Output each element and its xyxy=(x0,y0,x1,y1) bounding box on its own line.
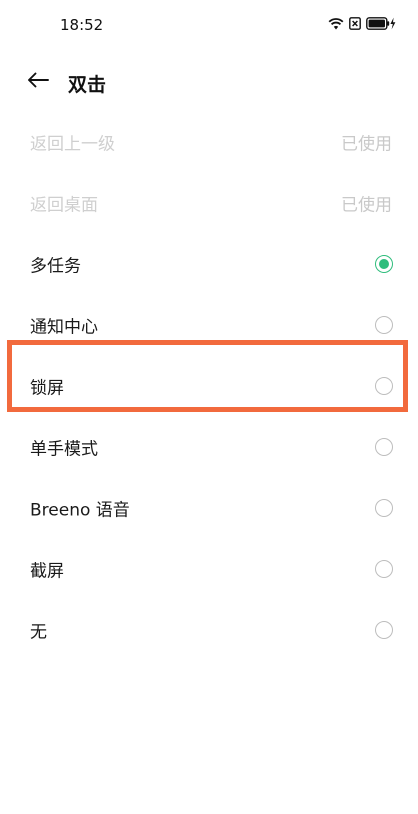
status-bar: 18:52 xyxy=(0,0,418,50)
option-label: Breeno 语音 xyxy=(30,500,130,520)
option-home: 返回桌面 已使用 xyxy=(0,172,418,233)
battery-charging-icon xyxy=(366,17,396,30)
header: 双击 xyxy=(0,58,418,106)
option-label: 多任务 xyxy=(30,256,81,276)
radio-icon[interactable] xyxy=(375,315,393,334)
option-label: 锁屏 xyxy=(30,378,64,398)
status-time: 18:52 xyxy=(60,16,104,34)
option-label: 单手模式 xyxy=(30,439,98,459)
back-button[interactable] xyxy=(24,68,52,96)
double-tap-options-list: 返回上一级 已使用 返回桌面 已使用 多任务 通知中心 锁屏 单手模式 Bree… xyxy=(0,111,418,660)
option-label: 返回桌面 xyxy=(30,195,98,215)
page-title: 双击 xyxy=(68,74,107,96)
wifi-icon xyxy=(328,17,344,30)
option-status-used: 已使用 xyxy=(341,134,392,154)
radio-icon[interactable] xyxy=(375,559,393,578)
option-lock-screen[interactable]: 锁屏 xyxy=(0,355,418,416)
option-label: 通知中心 xyxy=(30,317,98,337)
option-label: 截屏 xyxy=(30,561,64,581)
status-icons xyxy=(328,17,396,30)
radio-selected-icon[interactable] xyxy=(375,254,393,273)
radio-icon[interactable] xyxy=(375,498,393,517)
option-screenshot[interactable]: 截屏 xyxy=(0,538,418,599)
radio-icon[interactable] xyxy=(375,620,393,639)
option-status-used: 已使用 xyxy=(341,195,392,215)
no-sim-icon xyxy=(349,17,361,30)
option-none[interactable]: 无 xyxy=(0,599,418,660)
option-breeno-voice[interactable]: Breeno 语音 xyxy=(0,477,418,538)
option-notification-center[interactable]: 通知中心 xyxy=(0,294,418,355)
option-label: 返回上一级 xyxy=(30,134,115,154)
radio-icon[interactable] xyxy=(375,376,393,395)
option-multitask[interactable]: 多任务 xyxy=(0,233,418,294)
option-one-hand-mode[interactable]: 单手模式 xyxy=(0,416,418,477)
option-back: 返回上一级 已使用 xyxy=(0,111,418,172)
arrow-left-icon xyxy=(27,72,49,92)
radio-icon[interactable] xyxy=(375,437,393,456)
option-label: 无 xyxy=(30,622,47,642)
